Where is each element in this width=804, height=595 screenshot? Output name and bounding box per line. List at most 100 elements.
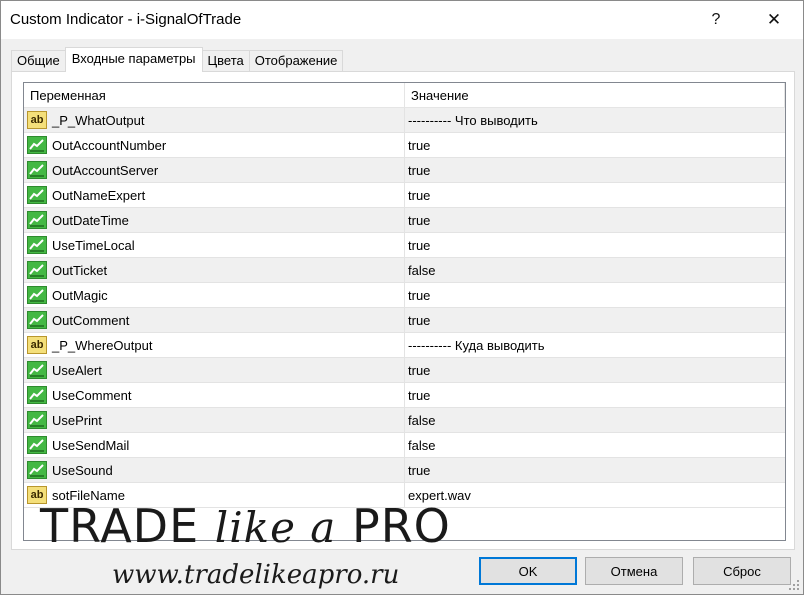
table-row[interactable]: OutAccountNumber true xyxy=(24,133,785,158)
close-button[interactable]: ✕ xyxy=(751,5,797,35)
bool-icon xyxy=(27,411,47,429)
cell-variable: ab sotFileName xyxy=(24,483,405,507)
bool-icon xyxy=(27,436,47,454)
table-row[interactable]: UsePrint false xyxy=(24,408,785,433)
cell-value[interactable]: false xyxy=(405,258,785,282)
resize-grip-icon[interactable] xyxy=(788,579,800,591)
variable-name: UseSendMail xyxy=(52,437,130,453)
tab-general[interactable]: Общие xyxy=(11,50,66,72)
window-title: Custom Indicator - i-SignalOfTrade xyxy=(10,11,242,28)
table-row[interactable]: UseTimeLocal true xyxy=(24,233,785,258)
ok-button[interactable]: OK xyxy=(479,557,577,585)
cell-variable: OutAccountNumber xyxy=(24,133,405,157)
table-row[interactable]: OutDateTime true xyxy=(24,208,785,233)
tab-colors[interactable]: Цвета xyxy=(201,50,250,72)
cancel-button[interactable]: Отмена xyxy=(585,557,683,585)
bool-icon xyxy=(27,261,47,279)
cell-variable: OutTicket xyxy=(24,258,405,282)
cell-variable: OutNameExpert xyxy=(24,183,405,207)
bool-icon xyxy=(27,386,47,404)
cell-variable: UsePrint xyxy=(24,408,405,432)
variable-name: OutNameExpert xyxy=(52,187,146,203)
cell-variable: OutComment xyxy=(24,308,405,332)
cell-value[interactable]: true xyxy=(405,208,785,232)
string-ab-icon: ab xyxy=(27,336,47,354)
cell-value[interactable]: ---------- Что выводить xyxy=(405,108,785,132)
variable-name: OutComment xyxy=(52,312,130,328)
title-bar: Custom Indicator - i-SignalOfTrade ? ✕ xyxy=(1,1,803,39)
grid-rows: ab _P_WhatOutput ---------- Что выводить Ou… xyxy=(24,108,785,508)
bool-icon xyxy=(27,236,47,254)
column-header-variable[interactable]: Переменная xyxy=(24,83,405,108)
cell-variable: UseTimeLocal xyxy=(24,233,405,257)
bool-icon xyxy=(27,311,47,329)
variable-name: sotFileName xyxy=(52,487,125,503)
cell-variable: UseSendMail xyxy=(24,433,405,457)
dialog-window: Custom Indicator - i-SignalOfTrade ? ✕ О… xyxy=(0,0,804,595)
cell-value[interactable]: true xyxy=(405,358,785,382)
variable-name: OutDateTime xyxy=(52,212,129,228)
cell-variable: OutAccountServer xyxy=(24,158,405,182)
cell-variable: UseAlert xyxy=(24,358,405,382)
cell-variable: UseComment xyxy=(24,383,405,407)
cell-value[interactable]: ---------- Куда выводить xyxy=(405,333,785,357)
cell-value[interactable]: false xyxy=(405,433,785,457)
table-row[interactable]: UseSound true xyxy=(24,458,785,483)
variable-name: UseSound xyxy=(52,462,113,478)
table-row[interactable]: ab sotFileName expert.wav xyxy=(24,483,785,508)
bool-icon xyxy=(27,211,47,229)
cell-variable: ab _P_WhatOutput xyxy=(24,108,405,132)
variable-name: _P_WhereOutput xyxy=(52,337,153,353)
table-row[interactable]: OutMagic true xyxy=(24,283,785,308)
parameters-grid: Переменная Значение ab _P_WhatOutput -----… xyxy=(23,82,786,541)
button-bar: OK Отмена Сброс xyxy=(1,557,803,593)
help-button[interactable]: ? xyxy=(693,5,739,35)
variable-name: UsePrint xyxy=(52,412,102,428)
tab-display[interactable]: Отображение xyxy=(248,50,344,72)
table-row[interactable]: OutAccountServer true xyxy=(24,158,785,183)
bool-icon xyxy=(27,161,47,179)
cell-value[interactable]: false xyxy=(405,408,785,432)
variable-name: UseAlert xyxy=(52,362,102,378)
cell-value[interactable]: expert.wav xyxy=(405,483,785,507)
cell-value[interactable]: true xyxy=(405,183,785,207)
table-row[interactable]: UseSendMail false xyxy=(24,433,785,458)
bool-icon xyxy=(27,136,47,154)
cell-variable: OutMagic xyxy=(24,283,405,307)
table-row[interactable]: OutComment true xyxy=(24,308,785,333)
cell-value[interactable]: true xyxy=(405,308,785,332)
variable-name: UseComment xyxy=(52,387,132,403)
cell-value[interactable]: true xyxy=(405,233,785,257)
cell-value[interactable]: true xyxy=(405,283,785,307)
table-row[interactable]: OutNameExpert true xyxy=(24,183,785,208)
table-row[interactable]: ab _P_WhatOutput ---------- Что выводить xyxy=(24,108,785,133)
cell-variable: OutDateTime xyxy=(24,208,405,232)
table-row[interactable]: UseAlert true xyxy=(24,358,785,383)
variable-name: OutMagic xyxy=(52,287,108,303)
string-ab-icon: ab xyxy=(27,486,47,504)
bool-icon xyxy=(27,361,47,379)
tab-strip: Общие Входные параметры Цвета Отображени… xyxy=(11,47,344,72)
variable-name: OutTicket xyxy=(52,262,108,278)
string-ab-icon: ab xyxy=(27,111,47,129)
tab-panel: Переменная Значение ab _P_WhatOutput -----… xyxy=(11,71,795,550)
cell-variable: ab _P_WhereOutput xyxy=(24,333,405,357)
cell-value[interactable]: true xyxy=(405,383,785,407)
reset-button[interactable]: Сброс xyxy=(693,557,791,585)
cell-value[interactable]: true xyxy=(405,158,785,182)
column-header-value[interactable]: Значение xyxy=(405,83,785,108)
bool-icon xyxy=(27,461,47,479)
table-row[interactable]: ab _P_WhereOutput ---------- Куда выводить xyxy=(24,333,785,358)
bool-icon xyxy=(27,186,47,204)
table-row[interactable]: OutTicket false xyxy=(24,258,785,283)
cell-value[interactable]: true xyxy=(405,458,785,482)
variable-name: OutAccountNumber xyxy=(52,137,167,153)
variable-name: _P_WhatOutput xyxy=(52,112,145,128)
tab-input-parameters[interactable]: Входные параметры xyxy=(64,47,203,72)
bool-icon xyxy=(27,286,47,304)
variable-name: UseTimeLocal xyxy=(52,237,135,253)
grid-header: Переменная Значение xyxy=(24,83,785,108)
table-row[interactable]: UseComment true xyxy=(24,383,785,408)
cell-value[interactable]: true xyxy=(405,133,785,157)
variable-name: OutAccountServer xyxy=(52,162,159,178)
